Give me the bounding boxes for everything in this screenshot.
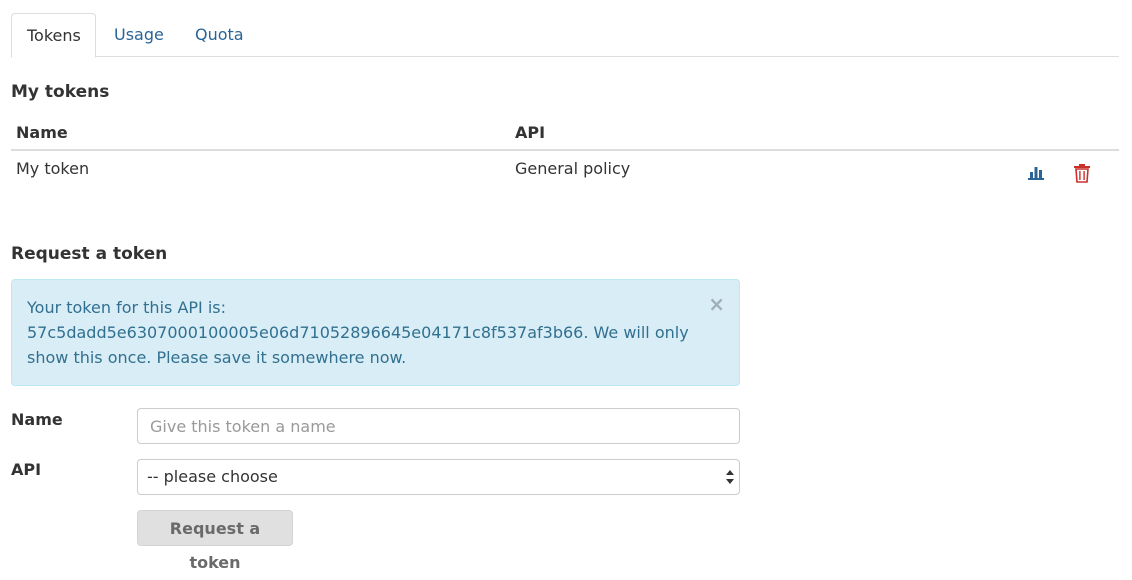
table-row: My token General policy (11, 151, 1119, 191)
api-select-value: -- please choose (147, 467, 278, 486)
column-header-name: Name (16, 123, 68, 142)
tab-usage[interactable]: Usage (99, 13, 179, 57)
api-select[interactable]: -- please choose (137, 459, 740, 495)
token-management-page: Tokens Usage Quota My tokens Name API My… (0, 0, 1132, 572)
token-api-cell: General policy (515, 159, 631, 178)
name-label: Name (11, 410, 63, 429)
token-alert: Your token for this API is: 57c5dadd5e63… (11, 279, 740, 386)
request-token-button[interactable]: Request a token (137, 510, 293, 572)
stats-icon[interactable] (1027, 165, 1045, 183)
request-token-heading: Request a token (11, 244, 168, 264)
tokens-table: Name API My token General policy (11, 115, 1119, 191)
tab-quota[interactable]: Quota (180, 13, 259, 57)
table-header: Name API (11, 115, 1119, 151)
close-icon[interactable]: × (708, 294, 725, 314)
column-header-api: API (515, 123, 546, 142)
token-name-cell: My token (16, 159, 90, 178)
tab-tokens[interactable]: Tokens (11, 13, 96, 58)
alert-message: Your token for this API is: 57c5dadd5e63… (27, 298, 689, 367)
select-arrows-icon (726, 470, 734, 484)
trash-icon[interactable] (1073, 163, 1091, 183)
tab-bar: Tokens Usage Quota (11, 13, 1119, 58)
api-label: API (11, 460, 42, 479)
my-tokens-heading: My tokens (11, 82, 110, 102)
token-name-input[interactable] (137, 408, 740, 444)
